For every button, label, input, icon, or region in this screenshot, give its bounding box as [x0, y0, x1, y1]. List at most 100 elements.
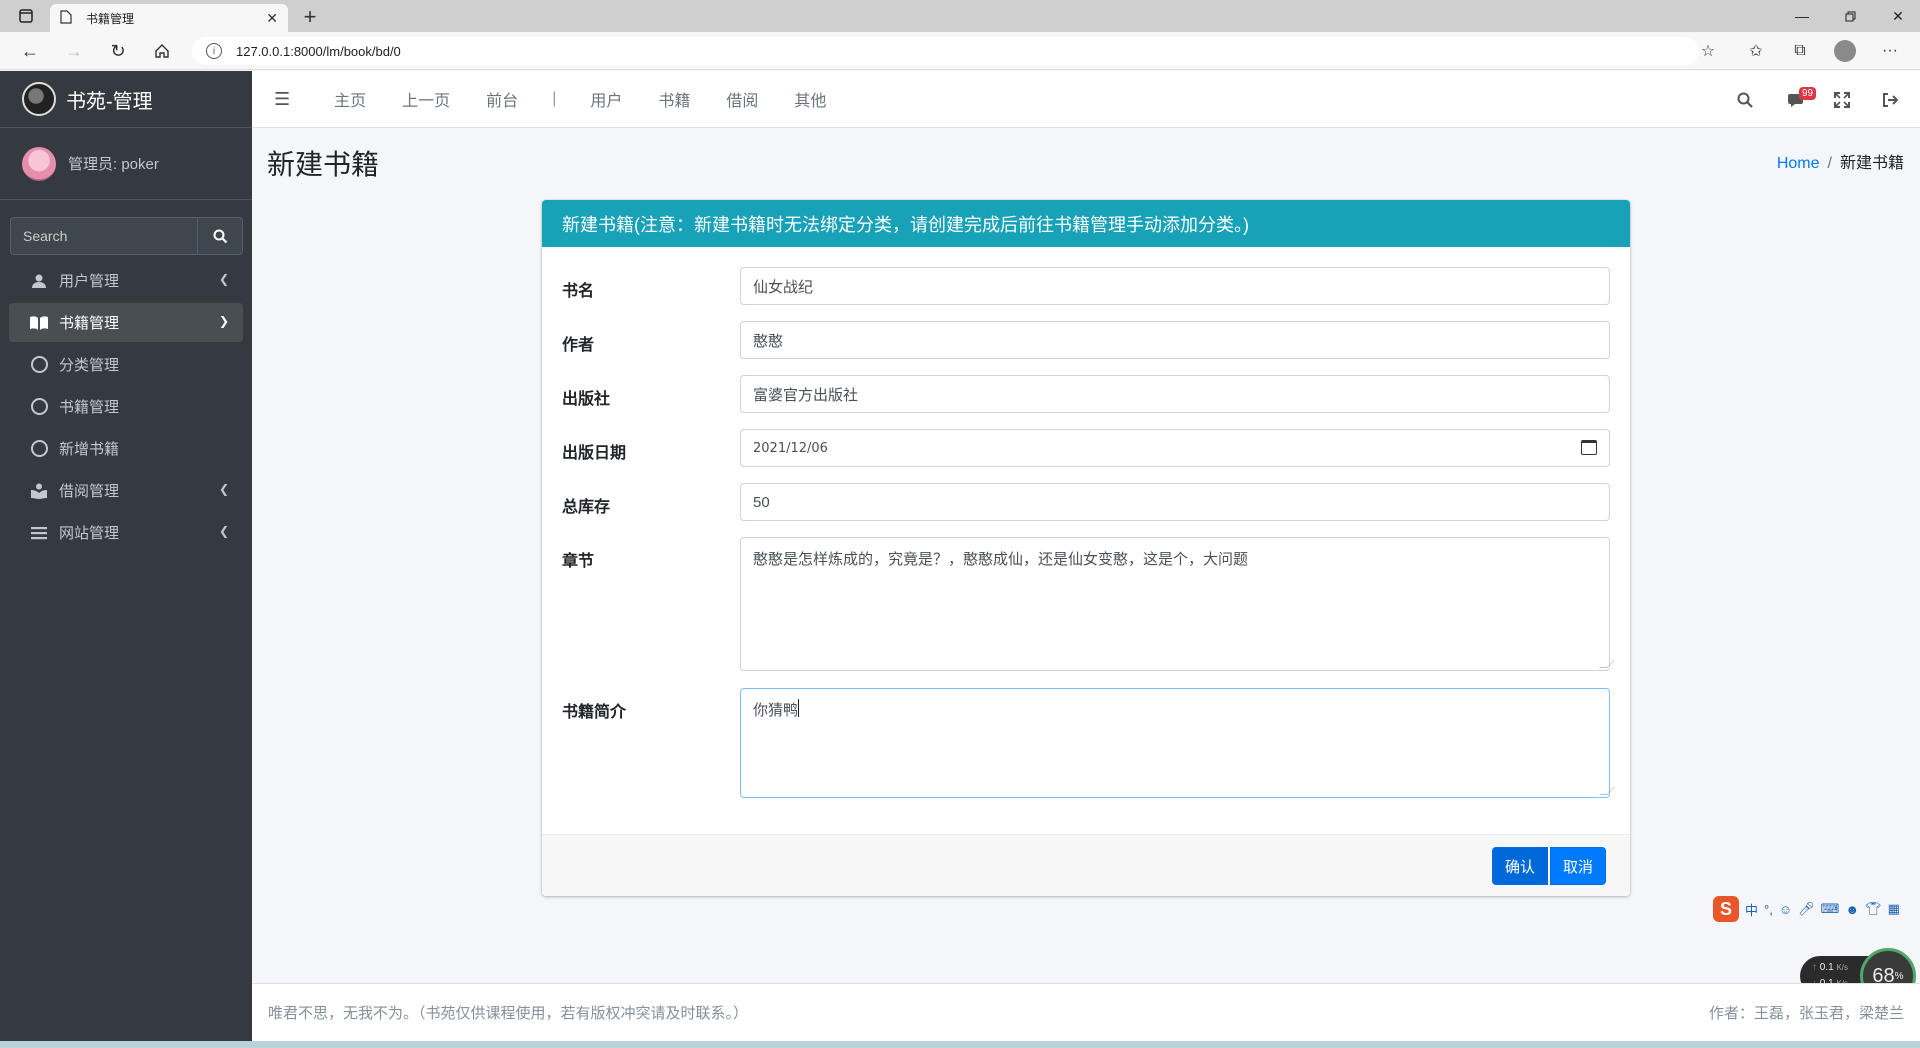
back-icon[interactable]: ←: [16, 38, 44, 64]
sogou-logo-icon[interactable]: S: [1713, 896, 1739, 922]
nav-link-users[interactable]: 用户: [572, 87, 640, 111]
minimize-icon[interactable]: —: [1788, 0, 1816, 32]
logout-icon[interactable]: [1870, 71, 1910, 128]
nav-link-books[interactable]: 书籍: [640, 87, 708, 111]
new-book-card: 新建书籍(注意：新建书籍时无法绑定分类，请创建完成后前往书籍管理手动添加分类。)…: [542, 200, 1630, 896]
date-label: 出版日期: [562, 445, 627, 462]
resize-handle-icon[interactable]: [1599, 660, 1615, 668]
page-title: 新建书籍: [267, 149, 380, 180]
tab-title: 书籍管理: [86, 11, 135, 26]
nav-link-frontend[interactable]: 前台: [468, 87, 536, 111]
reload-icon[interactable]: ↻: [104, 38, 132, 64]
sidebar-item-user-management[interactable]: 用户管理 ❮: [9, 261, 243, 300]
nav-separator: |: [552, 90, 557, 107]
messages-icon[interactable]: 99: [1777, 71, 1817, 128]
browser-tab-bar: 书籍管理 ✕ + — ✕: [0, 0, 1920, 32]
upload-speed: 0.1: [1819, 962, 1834, 973]
profile-avatar-icon[interactable]: [1831, 38, 1859, 64]
nav-link-other[interactable]: 其他: [776, 87, 844, 111]
publisher-label: 出版社: [562, 391, 611, 408]
nav-link-borrow[interactable]: 借阅: [708, 87, 776, 111]
user-name: 管理员: poker: [68, 156, 159, 173]
sidebar-item-label: 书籍管理: [59, 399, 120, 416]
footer-right-text: 作者：王磊，张玉君，梁楚兰: [1708, 1005, 1904, 1022]
user-icon: [29, 271, 49, 291]
punctuation-icon[interactable]: °,: [1764, 902, 1773, 917]
calendar-icon[interactable]: [1581, 440, 1597, 455]
sidebar-item-borrow[interactable]: 借阅管理 ❮: [9, 471, 243, 510]
book-icon: [29, 313, 49, 333]
user-panel[interactable]: 管理员: poker: [0, 128, 252, 200]
nav-link-back[interactable]: 上一页: [384, 87, 468, 111]
fullscreen-icon[interactable]: [1822, 71, 1862, 128]
address-bar-row: ← → ↻ i 127.0.0.1:8000/lm/book/bd/0 ☆ ✩ …: [0, 32, 1920, 70]
breadcrumb: Home / 新建书籍: [1777, 149, 1904, 173]
sidebar-item-book-management[interactable]: 书籍管理 ❯: [9, 303, 243, 342]
chapters-textarea[interactable]: 憨憨是怎样炼成的，究竟是？，憨憨成仙，还是仙女变憨，这是个，大问题: [740, 537, 1615, 671]
sidebar-item-label: 书籍管理: [59, 315, 120, 332]
emoji-icon[interactable]: ☺: [1779, 902, 1792, 917]
sidebar-item-category[interactable]: 分类管理: [9, 345, 243, 384]
notification-badge: 99: [1799, 87, 1817, 100]
nav-link-home[interactable]: 主页: [316, 87, 384, 111]
stock-label: 总库存: [562, 499, 611, 516]
ime-mode-label[interactable]: 中: [1745, 900, 1758, 919]
new-tab-icon[interactable]: +: [296, 4, 324, 30]
cancel-button[interactable]: 取消: [1550, 847, 1607, 885]
forward-icon[interactable]: →: [60, 38, 88, 64]
site-info-icon[interactable]: i: [206, 43, 222, 59]
breadcrumb-home-link[interactable]: Home: [1777, 155, 1820, 172]
home-icon[interactable]: [148, 38, 176, 64]
url-field[interactable]: i 127.0.0.1:8000/lm/book/bd/0: [192, 37, 1699, 65]
browser-tab[interactable]: 书籍管理 ✕: [50, 4, 288, 32]
chevron-down-icon: ❯: [218, 314, 229, 328]
sidebar-item-books[interactable]: 书籍管理: [9, 387, 243, 426]
ime-toolbar: S 中 °, ☺ 🎤︎ ⌨ ☻ 👕︎ ▦: [1713, 895, 1920, 923]
close-window-icon[interactable]: ✕: [1884, 0, 1912, 32]
chapters-text: 憨憨是怎样炼成的，究竟是？，憨憨成仙，还是仙女变憨，这是个，大问题: [753, 551, 1249, 568]
close-tab-icon[interactable]: ✕: [266, 10, 278, 27]
sidebar: 书苑-管理 管理员: poker Search 用户管理 ❮ 书籍管理 ❯ 分类…: [0, 71, 252, 1041]
confirm-button[interactable]: 确认: [1492, 847, 1549, 885]
publisher-input[interactable]: 富婆官方出版社: [740, 375, 1610, 413]
hamburger-menu-icon[interactable]: ☰: [252, 89, 316, 110]
skin-icon[interactable]: 👕︎: [1865, 901, 1882, 917]
text-cursor: [798, 699, 800, 717]
card-footer: 确认 取消: [542, 834, 1630, 896]
taskbar-edge: [0, 1041, 1920, 1048]
name-label: 书名: [562, 283, 595, 300]
book-name-input[interactable]: 仙女战纪: [740, 267, 1610, 305]
user-avatar: [22, 146, 56, 181]
restore-icon[interactable]: [1836, 0, 1864, 32]
reader-icon: [29, 481, 49, 501]
sidebar-item-label: 网站管理: [59, 525, 120, 542]
gauge-unit: %: [1894, 970, 1904, 982]
intro-textarea[interactable]: 你猜鸭: [740, 688, 1615, 798]
search-icon[interactable]: [197, 217, 243, 255]
microphone-icon[interactable]: 🎤︎: [1798, 901, 1815, 917]
brand-link[interactable]: 书苑-管理: [0, 71, 252, 128]
favorites-list-icon[interactable]: ✩: [1742, 38, 1770, 64]
resize-handle-icon[interactable]: [1599, 787, 1615, 795]
user-icon[interactable]: ☻: [1845, 902, 1859, 917]
breadcrumb-current: 新建书籍: [1839, 155, 1904, 172]
sidebar-item-label: 新增书籍: [59, 441, 120, 458]
collections-icon[interactable]: ⧉: [1786, 38, 1814, 64]
sidebar-item-add-book[interactable]: 新增书籍: [9, 429, 243, 468]
sidebar-item-label: 借阅管理: [59, 483, 120, 500]
publish-date-input[interactable]: 2021/12/06: [740, 429, 1610, 467]
date-value: 2021/12/06: [753, 440, 828, 456]
keyboard-icon[interactable]: ⌨: [1821, 901, 1840, 917]
grid-icon[interactable]: ▦: [1888, 901, 1900, 917]
circle-icon: [29, 355, 49, 375]
favorite-star-icon[interactable]: ☆: [1694, 38, 1722, 64]
more-menu-icon[interactable]: ···: [1876, 38, 1904, 64]
sidebar-search-input[interactable]: Search: [10, 217, 197, 255]
search-icon[interactable]: [1725, 71, 1765, 128]
sidebar-item-site[interactable]: 网站管理 ❮: [9, 513, 243, 552]
sidebar-item-label: 分类管理: [59, 357, 120, 374]
chevron-left-icon: ❮: [218, 524, 229, 538]
author-input[interactable]: 憨憨: [740, 321, 1610, 359]
stock-input[interactable]: 50: [740, 483, 1610, 521]
tab-actions-icon[interactable]: [12, 0, 40, 32]
